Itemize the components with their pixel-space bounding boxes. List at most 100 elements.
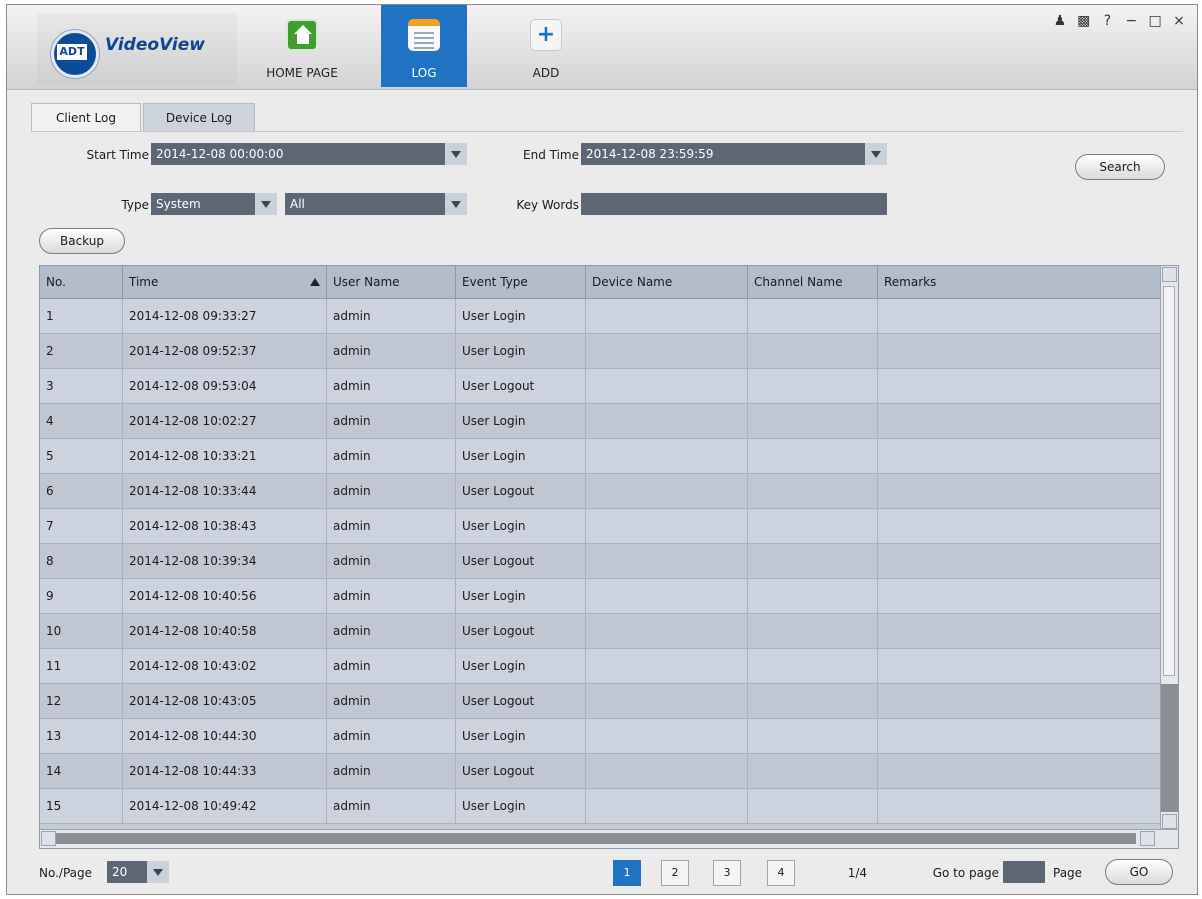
scroll-up-icon[interactable] [1162, 267, 1177, 282]
cell-no: 6 [40, 474, 123, 508]
scroll-track[interactable] [1163, 286, 1175, 676]
cell-remarks [878, 474, 1161, 508]
cell-device [586, 789, 748, 823]
page-button-2[interactable]: 2 [661, 860, 689, 886]
cell-channel [748, 369, 878, 403]
cell-time: 2014-12-08 10:40:58 [123, 614, 327, 648]
cell-event: User Login [456, 579, 586, 613]
tab-device-log[interactable]: Device Log [143, 103, 255, 131]
chevron-down-icon[interactable] [445, 193, 467, 215]
minimize-icon[interactable]: − [1121, 13, 1141, 29]
col-user-name[interactable]: User Name [327, 266, 456, 298]
chevron-down-icon[interactable] [147, 861, 169, 883]
scroll-thumb[interactable] [1161, 684, 1178, 812]
per-page-value: 20 [112, 865, 128, 879]
table-row[interactable]: 1 2014-12-08 09:33:27 admin User Login [40, 299, 1161, 334]
app-logo: ADT VideoView [37, 13, 237, 85]
col-remarks[interactable]: Remarks [878, 266, 1161, 298]
cell-event: User Login [456, 334, 586, 368]
cell-channel [748, 614, 878, 648]
table-row[interactable]: 2 2014-12-08 09:52:37 admin User Login [40, 334, 1161, 369]
cell-remarks [878, 579, 1161, 613]
scroll-right-icon[interactable] [1140, 831, 1155, 846]
start-time-field[interactable]: 2014-12-08 00:00:00 [151, 143, 467, 165]
page-button-1[interactable]: 1 [613, 860, 641, 886]
goto-page-label: Go to page [932, 866, 999, 880]
page-button-4[interactable]: 4 [767, 860, 795, 886]
table-row[interactable]: 9 2014-12-08 10:40:56 admin User Login [40, 579, 1161, 614]
cell-no: 10 [40, 614, 123, 648]
table-row[interactable]: 3 2014-12-08 09:53:04 admin User Logout [40, 369, 1161, 404]
cell-event: User Login [456, 509, 586, 543]
nav-home-page[interactable]: HOME PAGE [259, 5, 345, 87]
help-icon[interactable]: ? [1098, 13, 1118, 29]
table-row[interactable]: 13 2014-12-08 10:44:30 admin User Login [40, 719, 1161, 754]
tab-client-log[interactable]: Client Log [31, 103, 141, 131]
table-row[interactable]: 5 2014-12-08 10:33:21 admin User Login [40, 439, 1161, 474]
cell-event: User Login [456, 299, 586, 333]
scroll-down-icon[interactable] [1162, 814, 1177, 829]
table-row[interactable]: 14 2014-12-08 10:44:33 admin User Logout [40, 754, 1161, 789]
col-event-type[interactable]: Event Type [456, 266, 586, 298]
search-button[interactable]: Search [1075, 154, 1165, 180]
vertical-scrollbar[interactable] [1160, 266, 1178, 830]
cell-remarks [878, 649, 1161, 683]
table-row[interactable]: 10 2014-12-08 10:40:58 admin User Logout [40, 614, 1161, 649]
sort-ascending-icon [310, 278, 320, 286]
table-row[interactable]: 11 2014-12-08 10:43:02 admin User Login [40, 649, 1161, 684]
end-time-field[interactable]: 2014-12-08 23:59:59 [581, 143, 887, 165]
lock-icon[interactable]: ▩ [1074, 13, 1094, 29]
chevron-down-icon[interactable] [865, 143, 887, 165]
keywords-label: Key Words [516, 198, 579, 212]
user-icon[interactable]: ♟ [1050, 13, 1070, 29]
per-page-select[interactable]: 20 [107, 861, 169, 883]
cell-time: 2014-12-08 09:52:37 [123, 334, 327, 368]
cell-time: 2014-12-08 10:44:30 [123, 719, 327, 753]
type-select[interactable]: System [151, 193, 277, 215]
backup-button[interactable]: Backup [39, 228, 125, 254]
cell-user: admin [327, 474, 456, 508]
col-device-name[interactable]: Device Name [586, 266, 748, 298]
horizontal-scroll-thumb[interactable] [56, 833, 1136, 844]
col-no[interactable]: No. [40, 266, 123, 298]
scroll-left-icon[interactable] [41, 831, 56, 846]
page-button-3[interactable]: 3 [713, 860, 741, 886]
cell-remarks [878, 334, 1161, 368]
table-row[interactable]: 6 2014-12-08 10:33:44 admin User Logout [40, 474, 1161, 509]
cell-time: 2014-12-08 10:44:33 [123, 754, 327, 788]
maximize-icon[interactable]: □ [1145, 13, 1165, 29]
close-icon[interactable]: × [1169, 13, 1189, 29]
cell-remarks [878, 299, 1161, 333]
cell-remarks [878, 404, 1161, 438]
horizontal-scrollbar[interactable] [40, 829, 1178, 848]
end-time-label: End Time [523, 148, 579, 162]
table-row[interactable]: 8 2014-12-08 10:39:34 admin User Logout [40, 544, 1161, 579]
nav-add[interactable]: + ADD [503, 5, 589, 87]
table-row[interactable]: 4 2014-12-08 10:02:27 admin User Login [40, 404, 1161, 439]
table-row[interactable]: 15 2014-12-08 10:49:42 admin User Login [40, 789, 1161, 824]
table-row[interactable]: 7 2014-12-08 10:38:43 admin User Login [40, 509, 1161, 544]
col-time[interactable]: Time [123, 266, 327, 298]
log-icon [408, 19, 440, 51]
goto-page-input[interactable] [1003, 861, 1045, 883]
cell-time: 2014-12-08 10:33:44 [123, 474, 327, 508]
col-channel-name[interactable]: Channel Name [748, 266, 878, 298]
cell-no: 7 [40, 509, 123, 543]
keywords-input[interactable] [581, 193, 887, 215]
cell-time: 2014-12-08 10:49:42 [123, 789, 327, 823]
cell-event: User Login [456, 649, 586, 683]
cell-time: 2014-12-08 10:43:02 [123, 649, 327, 683]
chevron-down-icon[interactable] [445, 143, 467, 165]
subtype-select[interactable]: All [285, 193, 467, 215]
cell-time: 2014-12-08 10:40:56 [123, 579, 327, 613]
cell-time: 2014-12-08 10:39:34 [123, 544, 327, 578]
cell-event: User Login [456, 789, 586, 823]
adt-badge-icon: ADT [51, 30, 99, 78]
go-button[interactable]: GO [1105, 859, 1173, 885]
table-row[interactable]: 12 2014-12-08 10:43:05 admin User Logout [40, 684, 1161, 719]
cell-channel [748, 719, 878, 753]
nav-log[interactable]: LOG [381, 5, 467, 87]
cell-no: 4 [40, 404, 123, 438]
chevron-down-icon[interactable] [255, 193, 277, 215]
cell-device [586, 509, 748, 543]
